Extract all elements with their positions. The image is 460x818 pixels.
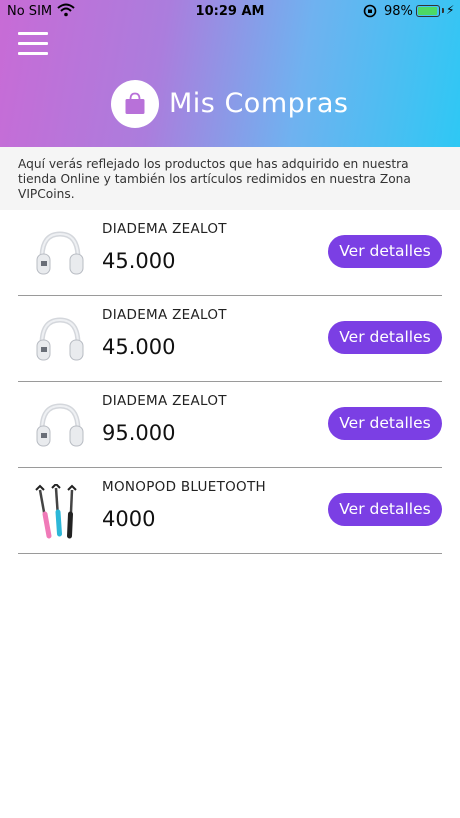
product-price: 95.000 — [102, 421, 176, 445]
headphones-icon — [32, 226, 88, 284]
headphones-icon — [32, 312, 88, 370]
view-details-button[interactable]: Ver detalles — [328, 407, 442, 440]
view-details-button[interactable]: Ver detalles — [328, 493, 442, 526]
view-details-button[interactable]: Ver detalles — [328, 321, 442, 354]
charging-icon: ⚡ — [446, 3, 455, 17]
rotation-lock-icon — [362, 3, 378, 23]
hamburger-menu-icon[interactable] — [18, 32, 50, 56]
header: No SIM 10:29 AM 98% ⚡ Mis Compras — [0, 0, 460, 147]
battery-percentage: 98% — [384, 4, 413, 19]
product-name: DIADEMA ZEALOT — [102, 221, 227, 237]
page-title: Mis Compras — [169, 88, 349, 119]
list-item: DIADEMA ZEALOT 95.000 Ver detalles — [18, 382, 442, 468]
list-item: MONOPOD BLUETOOTH 4000 Ver detalles — [18, 468, 442, 554]
status-bar: No SIM 10:29 AM 98% ⚡ — [0, 0, 460, 24]
list-item: DIADEMA ZEALOT 45.000 Ver detalles — [18, 296, 442, 382]
battery-icon — [416, 5, 440, 17]
product-price: 45.000 — [102, 249, 176, 273]
intro-text: Aquí verás reflejado los productos que h… — [18, 157, 411, 201]
selfie-stick-icon — [32, 482, 88, 542]
list-item: DIADEMA ZEALOT 45.000 Ver detalles — [18, 210, 442, 296]
product-name: DIADEMA ZEALOT — [102, 393, 227, 409]
product-name: DIADEMA ZEALOT — [102, 307, 227, 323]
purchases-list: DIADEMA ZEALOT 45.000 Ver detalles DIADE… — [18, 210, 442, 554]
headphones-icon — [32, 398, 88, 456]
intro-panel: Aquí verás reflejado los productos que h… — [0, 147, 460, 210]
product-price: 45.000 — [102, 335, 176, 359]
product-price: 4000 — [102, 507, 156, 531]
shopping-bag-icon — [111, 80, 159, 128]
product-name: MONOPOD BLUETOOTH — [102, 479, 266, 495]
view-details-button[interactable]: Ver detalles — [328, 235, 442, 268]
